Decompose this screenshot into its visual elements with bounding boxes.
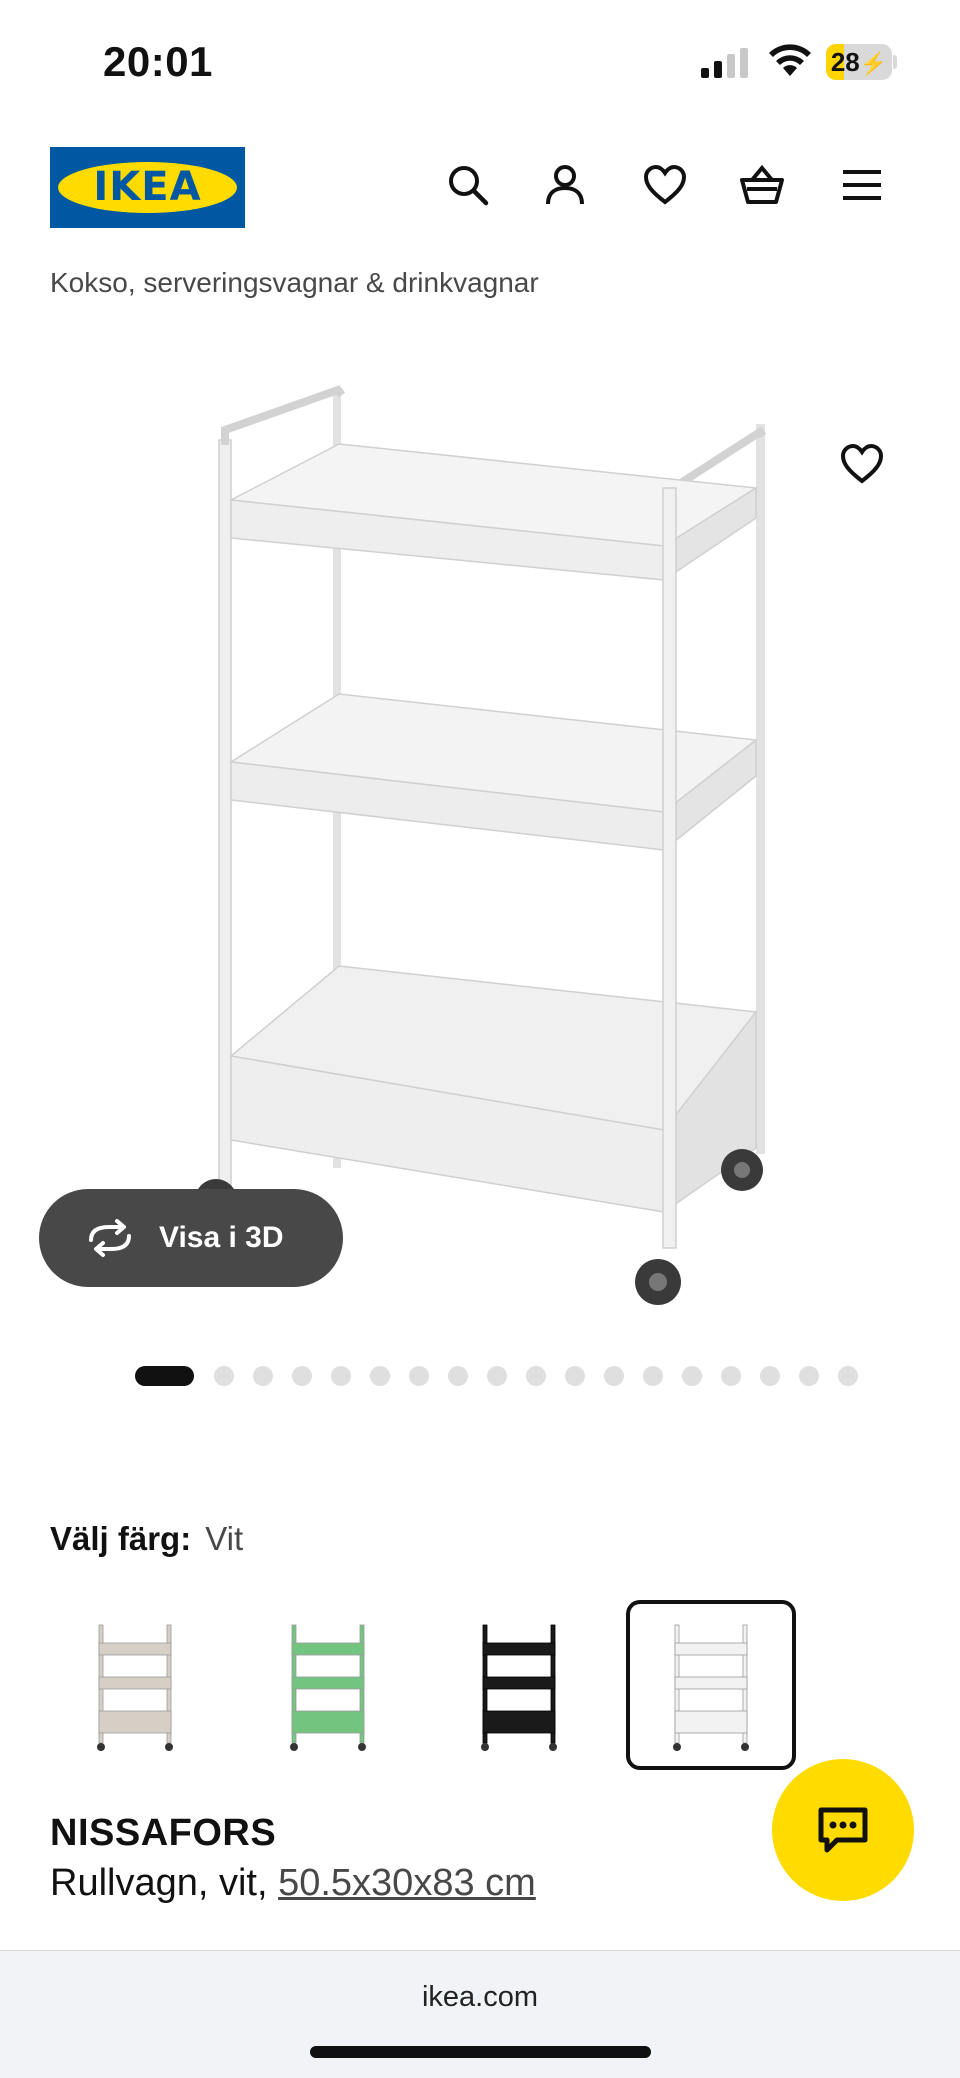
gallery-dot[interactable] — [526, 1366, 546, 1386]
site-header: IKEA — [0, 140, 960, 230]
rotate-3d-icon — [89, 1219, 131, 1257]
gallery-dot[interactable] — [370, 1366, 390, 1386]
color-label-text: Välj färg: — [50, 1520, 192, 1557]
gallery-dot[interactable] — [135, 1366, 194, 1386]
green-cart-thumbnail — [290, 1624, 366, 1751]
gallery-dot[interactable] — [565, 1366, 585, 1386]
browser-url-bar[interactable]: ikea.com — [0, 1950, 960, 2078]
logo-text: IKEA — [93, 164, 202, 210]
gallery-dot[interactable] — [409, 1366, 429, 1386]
gallery-dot[interactable] — [253, 1366, 273, 1386]
battery-cap — [893, 55, 897, 69]
black-cart-thumbnail — [481, 1624, 557, 1751]
product-dimensions-link[interactable]: 50.5x30x83 cm — [278, 1862, 536, 1904]
chat-icon — [818, 1807, 868, 1853]
gallery-pagination — [135, 1366, 877, 1386]
gallery-dot[interactable] — [487, 1366, 507, 1386]
white-cart-thumbnail — [673, 1624, 749, 1751]
product-image[interactable] — [0, 330, 960, 1330]
gallery-dot[interactable] — [838, 1366, 858, 1386]
url-text[interactable]: ikea.com — [0, 1981, 960, 2014]
color-selector-label: Välj färg: Vit — [50, 1520, 243, 1558]
gallery-dot[interactable] — [643, 1366, 663, 1386]
gallery-dot[interactable] — [721, 1366, 741, 1386]
color-option-green[interactable] — [243, 1600, 413, 1770]
status-time: 20:01 — [103, 38, 213, 85]
status-bar: 20:01 28⚡ — [0, 0, 960, 120]
gallery-dot[interactable] — [799, 1366, 819, 1386]
gallery-dot[interactable] — [292, 1366, 312, 1386]
product-type: Rullvagn, vit, — [50, 1862, 279, 1904]
gallery-dot[interactable] — [682, 1366, 702, 1386]
selected-color-value: Vit — [205, 1520, 244, 1557]
breadcrumb[interactable]: Kokso, serveringsvagnar & drinkvagnar — [50, 266, 539, 300]
gallery-dot[interactable] — [760, 1366, 780, 1386]
ikea-logo[interactable]: IKEA — [50, 147, 245, 228]
battery-indicator: 28⚡ — [826, 44, 892, 80]
view-in-3d-label: Visa i 3D — [159, 1221, 284, 1254]
gallery-dot[interactable] — [448, 1366, 468, 1386]
profile-icon[interactable] — [540, 160, 590, 210]
menu-icon[interactable] — [837, 160, 887, 210]
product-wishlist-heart-icon[interactable] — [836, 438, 888, 490]
view-in-3d-button[interactable]: Visa i 3D — [39, 1189, 343, 1287]
battery-percent: 28 — [830, 47, 860, 77]
home-indicator[interactable] — [310, 2046, 651, 2058]
gallery-dot[interactable] — [331, 1366, 351, 1386]
heart-icon[interactable] — [640, 160, 690, 210]
gallery-dot[interactable] — [604, 1366, 624, 1386]
cellular-signal-icon — [701, 48, 748, 78]
product-description: Rullvagn, vit, 50.5x30x83 cm — [50, 1862, 536, 1905]
wifi-icon — [769, 44, 811, 76]
search-icon[interactable] — [443, 160, 493, 210]
chat-button[interactable] — [772, 1759, 914, 1901]
product-name: NISSAFORS — [50, 1812, 277, 1854]
beige-cart-thumbnail — [97, 1624, 173, 1751]
shopping-bag-icon[interactable] — [737, 160, 787, 210]
color-option-white[interactable] — [626, 1600, 796, 1770]
color-option-beige[interactable] — [50, 1600, 220, 1770]
logo-oval: IKEA — [58, 162, 237, 213]
color-option-black[interactable] — [434, 1600, 604, 1770]
gallery-dot[interactable] — [214, 1366, 234, 1386]
